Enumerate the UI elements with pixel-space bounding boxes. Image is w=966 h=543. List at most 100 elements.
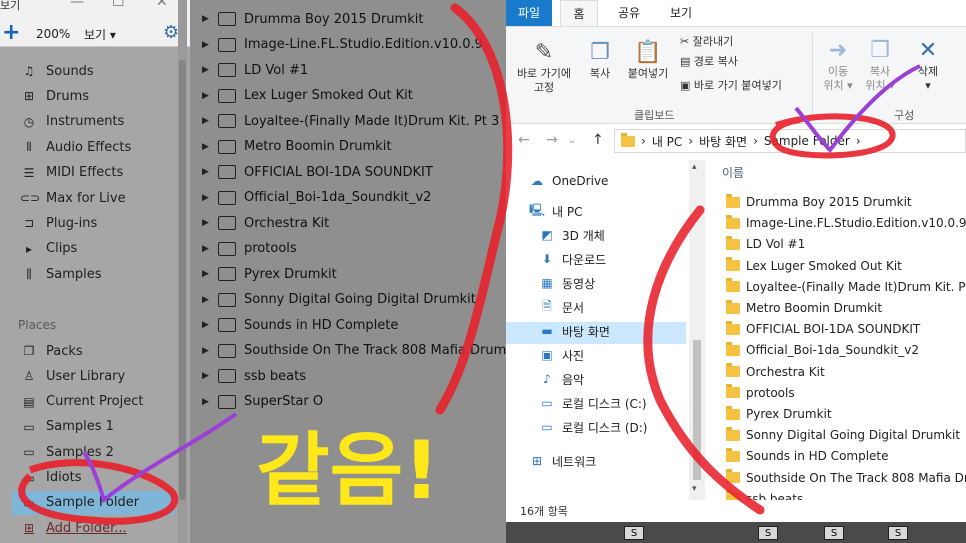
copy-button[interactable]: ❐ 복사 [584,39,616,81]
folder-row[interactable]: ▶ Southside On The Track 808 Mafia Drum [202,340,506,362]
solo-button[interactable]: S [624,526,644,540]
file-list-item[interactable]: Drumma Boy 2015 Drumkit [726,192,912,212]
file-list-item[interactable]: Loyaltee-(Finally Made It)Drum Kit. Pt 3 [726,277,966,297]
sidebar-item-clips[interactable]: ▸ Clips [20,238,77,260]
places-item-add-folder-[interactable]: ⊞ Add Folder... [20,517,127,539]
nav-item[interactable]: 🖳 내 PC [528,200,583,222]
recent-chevron-icon[interactable]: ⌄ [568,135,576,146]
sidebar-item-samples[interactable]: ⫼ Samples [20,263,101,285]
nav-item[interactable]: ⊞ 네트워크 [528,450,596,472]
scroll-up-icon[interactable]: ▴ [692,162,697,172]
solo-button[interactable]: S [888,526,908,540]
places-item-sample-folder[interactable]: ▭ Sample Folder [20,492,139,514]
sidebar-item-instruments[interactable]: ◷ Instruments [20,111,125,133]
expand-arrow-icon[interactable]: ▶ [202,91,212,101]
file-list-item[interactable]: OFFICIAL BOI-1DA SOUNDKIT [726,319,920,339]
up-icon[interactable]: ↑ [592,132,604,148]
copy-path-button[interactable]: ▤ 경로 복사 [680,55,738,69]
file-list-item[interactable]: Orchestra Kit [726,362,825,382]
sidebar-item-plug-ins[interactable]: ⊐ Plug-ins [20,212,97,234]
expand-arrow-icon[interactable]: ▶ [202,295,212,305]
folder-row[interactable]: ▶ Drumma Boy 2015 Drumkit [202,8,423,30]
nav-item[interactable]: 🗎 문서 [538,296,584,318]
nav-scrollbar-thumb[interactable] [693,340,701,480]
folder-row[interactable]: ▶ Sonny Digital Going Digital Drumkit [202,289,476,311]
nav-item[interactable]: ⬇ 다운로드 [538,248,606,270]
tab-file[interactable]: 파일 [506,0,552,26]
file-list-item[interactable]: LD Vol #1 [726,234,805,254]
nav-item[interactable]: ▭ 로컬 디스크 (C:) [538,392,646,414]
folder-row[interactable]: ▶ SuperStar O [202,391,323,413]
places-item-idiots[interactable]: ▭ Idiots [20,467,81,489]
places-item-samples-2[interactable]: ▭ Samples 2 [20,441,114,463]
scrollbar-thumb[interactable] [179,60,186,500]
zoom-level[interactable]: 200% [36,27,70,41]
pin-quick-access-button[interactable]: ✎ 바로 가기에 고정 [512,39,576,95]
tab-share[interactable]: 공유 [614,0,644,26]
file-list-item[interactable]: protools [726,383,795,403]
folder-row[interactable]: ▶ protools [202,238,297,260]
view-menu[interactable]: 보기 ▾ [84,26,116,43]
expand-arrow-icon[interactable]: ▶ [202,346,212,356]
file-list-item[interactable]: Pyrex Drumkit [726,404,832,424]
nav-item[interactable]: ☁ OneDrive [528,170,608,192]
nav-item[interactable]: ▭ 로컬 디스크 (D:) [538,416,647,438]
breadcrumb-item[interactable]: 내 PC [652,133,682,150]
paste-button[interactable]: 📋 붙여넣기 [622,39,674,81]
delete-button[interactable]: ✕ 삭제 ▾ [908,37,948,93]
gear-icon[interactable]: ⚙ [163,22,179,43]
file-list-item[interactable]: Official_Boi-1da_Soundkit_v2 [726,340,919,360]
places-item-user-library[interactable]: ♙ User Library [20,365,126,387]
file-list-item[interactable]: Metro Boomin Drumkit [726,298,882,318]
sidebar-item-sounds[interactable]: ♫ Sounds [20,60,94,82]
sidebar-item-audio-effects[interactable]: ⫴ Audio Effects [20,136,131,158]
places-item-current-project[interactable]: ▤ Current Project [20,391,143,413]
nav-item[interactable]: ♪ 음악 [538,368,584,390]
folder-row[interactable]: ▶ LD Vol #1 [202,59,308,81]
nav-item[interactable]: ▦ 동영상 [538,272,595,294]
maximize-icon[interactable]: ☐ [112,0,125,10]
add-icon[interactable]: + [2,22,20,44]
expand-arrow-icon[interactable]: ▶ [202,142,212,152]
nav-item[interactable]: ▣ 사진 [538,344,584,366]
expand-arrow-icon[interactable]: ▶ [202,244,212,254]
file-list-item[interactable]: Sonny Digital Going Digital Drumkit [726,425,960,445]
back-icon[interactable]: ← [518,132,530,148]
nav-scrollbar[interactable]: ▴ ▾ [689,160,705,500]
scroll-down-icon[interactable]: ▾ [692,484,697,494]
file-list-item[interactable]: Lex Luger Smoked Out Kit [726,256,902,276]
file-list-item[interactable]: Image-Line.FL.Studio.Edition.v10.0.9 [726,213,966,233]
file-list-item[interactable]: Southside On The Track 808 Mafia Drum [726,468,966,488]
breadcrumb-item[interactable]: 바탕 화면 [699,133,747,150]
expand-arrow-icon[interactable]: ▶ [202,397,212,407]
folder-row[interactable]: ▶ Image-Line.FL.Studio.Edition.v10.0.9 [202,34,483,56]
tab-view[interactable]: 보기 [666,0,696,26]
expand-arrow-icon[interactable]: ▶ [202,14,212,24]
folder-row[interactable]: ▶ Orchestra Kit [202,212,329,234]
folder-row[interactable]: ▶ Sounds in HD Complete [202,314,398,336]
expand-arrow-icon[interactable]: ▶ [202,193,212,203]
copy-to-button[interactable]: ❐ 복사 위치 ▾ [862,37,898,93]
expand-arrow-icon[interactable]: ▶ [202,65,212,75]
sidebar-item-drums[interactable]: ⊞ Drums [20,85,89,107]
expand-arrow-icon[interactable]: ▶ [202,40,212,50]
column-header-name[interactable]: 이름 [722,164,744,181]
solo-button[interactable]: S [824,526,844,540]
nav-item[interactable]: ▬ 바탕 화면 [538,320,610,342]
address-bar[interactable]: › 내 PC › 바탕 화면 › Sample Folder › [614,129,966,153]
minimize-icon[interactable]: — [70,0,84,10]
folder-row[interactable]: ▶ Metro Boomin Drumkit [202,136,391,158]
expand-arrow-icon[interactable]: ▶ [202,371,212,381]
close-icon[interactable]: ✕ [156,0,168,10]
paste-shortcut-button[interactable]: ▣ 바로 가기 붙여넣기 [680,79,782,93]
breadcrumb-item[interactable]: Sample Folder [764,134,850,148]
expand-arrow-icon[interactable]: ▶ [202,269,212,279]
sidebar-scrollbar[interactable] [178,0,187,543]
move-to-button[interactable]: ➜ 이동 위치 ▾ [820,37,856,93]
expand-arrow-icon[interactable]: ▶ [202,320,212,330]
folder-row[interactable]: ▶ Pyrex Drumkit [202,263,337,285]
file-list-item[interactable]: Sounds in HD Complete [726,446,889,466]
places-item-packs[interactable]: ❐ Packs [20,340,83,362]
places-item-samples-1[interactable]: ▭ Samples 1 [20,416,114,438]
expand-arrow-icon[interactable]: ▶ [202,167,212,177]
